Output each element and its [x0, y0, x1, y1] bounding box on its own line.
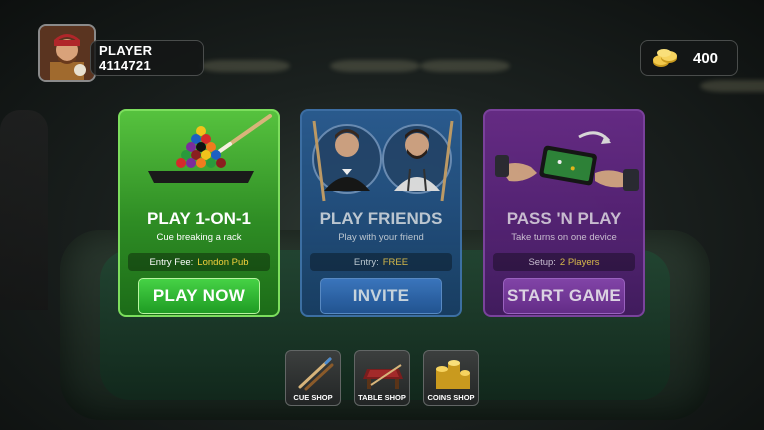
setup-row: Setup: 2 Players: [493, 253, 635, 271]
mode-subtitle: Play with your friend: [338, 232, 424, 243]
coins-stack-icon-wrap: [430, 355, 472, 391]
player-name: PLAYER 4114721: [99, 43, 153, 73]
lamp-light: [200, 60, 290, 72]
table-icon-wrap: [361, 355, 403, 391]
player-portrait-icon: [40, 26, 94, 80]
ball-rack-icon: [148, 114, 272, 183]
lamp-light: [420, 60, 510, 72]
mode-title: PLAY 1-ON-1: [147, 209, 251, 228]
coins-icon: [653, 49, 677, 67]
mode-title: PLAY FRIENDS: [319, 209, 443, 228]
background-player-silhouette: [0, 110, 48, 310]
entry-value: FREE: [382, 256, 409, 268]
pass-art: [485, 111, 643, 206]
entry-fee-label: Entry Fee:: [149, 256, 194, 268]
coins-amount: 400: [693, 49, 719, 67]
avatar[interactable]: [38, 24, 96, 82]
lamp-light: [330, 60, 420, 72]
mode-card-1on1[interactable]: PLAY 1-ON-1 Cue breaking a rack Entry Fe…: [118, 109, 280, 317]
invite-button[interactable]: INVITE: [320, 278, 442, 314]
friends-portrait-icon: [312, 120, 454, 202]
rack-art: [120, 111, 278, 206]
play-now-button[interactable]: PLAY NOW: [138, 278, 260, 314]
player-name-badge[interactable]: PLAYER 4114721: [90, 40, 204, 76]
mode-card-friends[interactable]: PLAY FRIENDS Play with your friend Entry…: [300, 109, 462, 317]
cue-icon: [298, 357, 334, 391]
lamp-light: [700, 80, 764, 92]
shop-label: CUE SHOP: [293, 393, 333, 402]
coins-balance[interactable]: 400: [640, 40, 738, 76]
start-game-button[interactable]: START GAME: [503, 278, 625, 314]
entry-fee-value: London Pub: [197, 256, 249, 268]
cue-icon-wrap: [292, 355, 334, 391]
pass-device-icon: [495, 131, 639, 191]
setup-value: 2 Players: [559, 256, 600, 268]
shop-label: TABLE SHOP: [358, 393, 406, 402]
table-shop-button[interactable]: TABLE SHOP: [354, 350, 410, 406]
mode-card-pass-n-play[interactable]: PASS 'N PLAY Take turns on one device Se…: [483, 109, 645, 317]
friends-art: [302, 111, 460, 206]
entry-fee-row: Entry Fee: London Pub: [128, 253, 270, 271]
mode-subtitle: Cue breaking a rack: [156, 232, 242, 243]
cue-shop-button[interactable]: CUE SHOP: [285, 350, 341, 406]
mode-title: PASS 'N PLAY: [506, 209, 622, 228]
coins-stack-icon: [436, 360, 470, 389]
coins-shop-button[interactable]: COINS SHOP: [423, 350, 479, 406]
table-icon: [363, 364, 403, 389]
mode-subtitle: Take turns on one device: [511, 232, 617, 243]
setup-label: Setup:: [528, 256, 556, 268]
entry-label: Entry:: [353, 256, 379, 268]
shop-label: COINS SHOP: [427, 393, 475, 402]
entry-row: Entry: FREE: [310, 253, 452, 271]
